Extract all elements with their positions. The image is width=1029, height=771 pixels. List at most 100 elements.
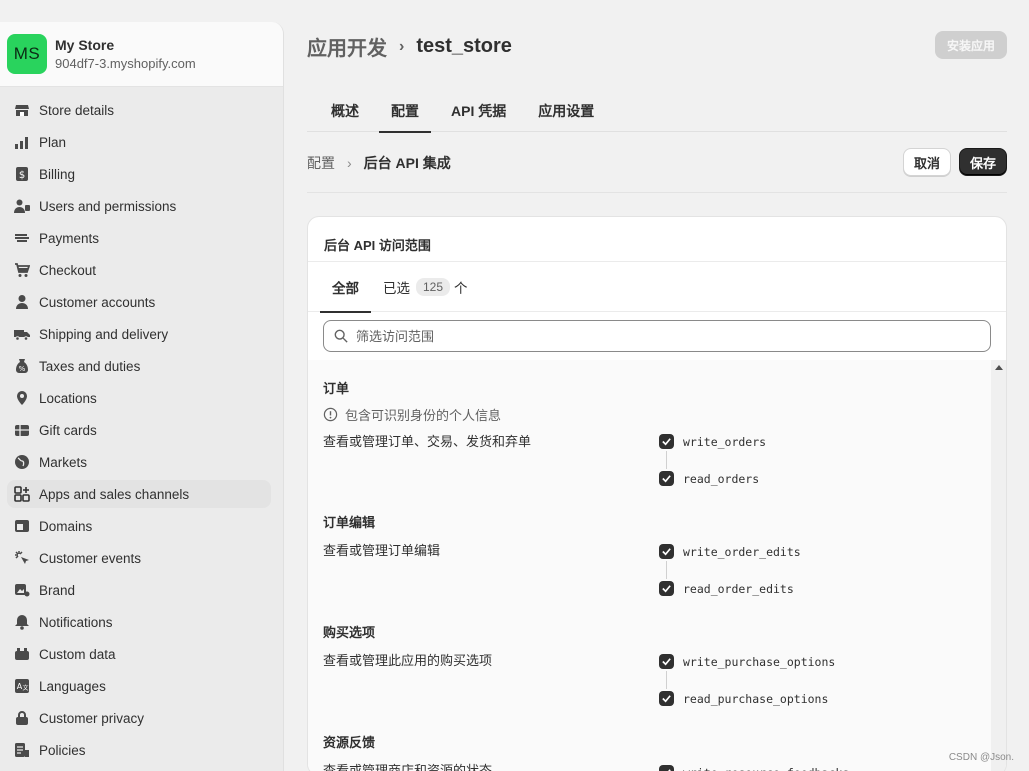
sidebar-item-markets[interactable]: Markets — [7, 448, 271, 476]
checkbox-checked[interactable] — [659, 471, 674, 486]
connector-line — [666, 451, 667, 469]
plan-icon — [13, 133, 31, 151]
sidebar-item-taxes[interactable]: % Taxes and duties — [7, 352, 271, 380]
cancel-button[interactable]: 取消 — [903, 148, 951, 176]
sidebar-item-label: Domains — [39, 518, 93, 534]
page-breadcrumb: 应用开发 › test_store — [307, 32, 512, 61]
tab-all[interactable]: 全部 — [320, 262, 371, 313]
sidebar-item-label: Policies — [39, 742, 86, 758]
checkbox-checked[interactable] — [659, 434, 674, 449]
tab-configuration[interactable]: 配置 — [379, 90, 431, 133]
search-icon — [334, 329, 348, 343]
scope-write-orders[interactable]: write_orders — [659, 434, 766, 449]
checkbox-checked[interactable] — [659, 544, 674, 559]
sidebar-item-billing[interactable]: $ Billing — [7, 160, 271, 188]
sidebar-item-custom-data[interactable]: Custom data — [7, 640, 271, 668]
check-icon — [662, 438, 671, 446]
scope-name: read_orders — [683, 471, 760, 486]
save-button[interactable]: 保存 — [959, 148, 1007, 176]
connector-line — [666, 561, 667, 579]
check-icon — [662, 548, 671, 556]
sidebar-item-label: Billing — [39, 166, 76, 182]
sidebar-item-languages[interactable]: A文 Languages — [7, 672, 271, 700]
cart-icon — [13, 261, 31, 279]
sidebar: MS My Store 904df7-3.myshopify.com Store… — [0, 22, 284, 771]
scope-read-purchase-options[interactable]: read_purchase_options — [659, 691, 828, 706]
sidebar-item-gift-cards[interactable]: Gift cards — [7, 416, 271, 444]
scope-write-purchase-options[interactable]: write_purchase_options — [659, 654, 835, 669]
sidebar-item-label: Custom data — [39, 646, 116, 662]
scope-search[interactable] — [323, 320, 991, 352]
divider — [307, 192, 1007, 193]
checkbox-checked[interactable] — [659, 581, 674, 596]
scope-section-purchase-options: 购买选项 查看或管理此应用的购买选项 write_purchase_option… — [323, 622, 973, 706]
scope-read-order-edits[interactable]: read_order_edits — [659, 581, 794, 596]
sidebar-item-policies[interactable]: Policies — [7, 736, 271, 764]
pii-notice: 包含可识别身份的个人信息 — [323, 405, 973, 424]
search-input[interactable] — [356, 328, 956, 344]
sidebar-item-checkout[interactable]: Checkout — [7, 256, 271, 284]
sidebar-item-shipping[interactable]: Shipping and delivery — [7, 320, 271, 348]
section-title: 资源反馈 — [323, 735, 376, 750]
check-icon — [668, 769, 671, 771]
scope-write-resource-feedbacks[interactable]: write_resource_feedbacks — [659, 765, 849, 771]
tab-app-settings[interactable]: 应用设置 — [526, 90, 606, 132]
lock-icon — [13, 709, 31, 727]
brand-icon — [13, 581, 31, 599]
scope-list-content: 订单 包含可识别身份的个人信息 查看或管理订单、交易、发货和弃单 write_o… — [308, 360, 991, 771]
checkbox-checked[interactable] — [659, 691, 674, 706]
tab-overview[interactable]: 概述 — [319, 90, 371, 132]
sidebar-item-store-details[interactable]: Store details — [7, 96, 271, 124]
tab-api-credentials[interactable]: API 凭据 — [439, 90, 518, 132]
scroll-up-arrow-icon[interactable] — [995, 365, 1003, 370]
sidebar-item-customer-events[interactable]: Customer events — [7, 544, 271, 572]
scope-section-order-edits: 订单编辑 查看或管理订单编辑 write_order_edits read_or… — [323, 512, 973, 596]
section-description: 查看或管理订单、交易、发货和弃单 — [323, 434, 532, 449]
sidebar-item-label: Notifications — [39, 614, 113, 630]
sidebar-item-customer-privacy[interactable]: Customer privacy — [7, 704, 271, 732]
check-icon — [662, 658, 671, 666]
scrollbar[interactable] — [991, 360, 1006, 771]
sidebar-item-notifications[interactable]: Notifications — [7, 608, 271, 636]
billing-icon: $ — [13, 165, 31, 183]
sidebar-item-label: Customer events — [39, 550, 142, 566]
scope-name: read_purchase_options — [683, 691, 829, 706]
sidebar-item-plan[interactable]: Plan — [7, 128, 271, 156]
sidebar-item-label: Languages — [39, 678, 106, 694]
sidebar-item-locations[interactable]: Locations — [7, 384, 271, 412]
store-icon — [13, 101, 31, 119]
scope-section-orders: 订单 包含可识别身份的个人信息 查看或管理订单、交易、发货和弃单 write_o… — [323, 378, 973, 486]
location-icon — [13, 389, 31, 407]
svg-text:$: $ — [19, 170, 25, 181]
checkbox-checked[interactable] — [659, 765, 674, 771]
chevron-right-icon: › — [399, 37, 405, 55]
install-app-button[interactable]: 安装应用 — [935, 31, 1007, 59]
store-avatar: MS — [7, 34, 47, 74]
checkbox-checked[interactable] — [659, 654, 674, 669]
sidebar-item-label: Brand — [39, 582, 76, 598]
chevron-right-icon: › — [347, 155, 352, 171]
card-title: 后台 API 访问范围 — [324, 238, 431, 253]
svg-text:文: 文 — [22, 684, 28, 692]
sidebar-item-users[interactable]: Users and permissions — [7, 192, 271, 220]
section-description: 查看或管理此应用的购买选项 — [323, 653, 493, 668]
svg-text:%: % — [19, 365, 26, 373]
sidebar-item-label: Taxes and duties — [39, 358, 141, 374]
store-header[interactable]: MS My Store 904df7-3.myshopify.com — [7, 34, 196, 74]
scope-write-order-edits[interactable]: write_order_edits — [659, 544, 801, 559]
sidebar-item-domains[interactable]: Domains — [7, 512, 271, 540]
sidebar-item-brand[interactable]: Brand — [7, 576, 271, 604]
breadcrumb-parent[interactable]: 应用开发 — [307, 32, 387, 61]
scope-read-orders[interactable]: read_orders — [659, 471, 759, 486]
tab-selected[interactable]: 已选 125 个 — [371, 262, 480, 312]
store-name: My Store — [55, 37, 115, 53]
sidebar-item-payments[interactable]: Payments — [7, 224, 271, 252]
sidebar-item-customer-accounts[interactable]: Customer accounts — [7, 288, 271, 316]
scope-name: read_order_edits — [683, 581, 794, 596]
language-icon: A文 — [13, 677, 31, 695]
scope-section-resource-feedback: 资源反馈 查看或管理商店和资源的状态 write_resource_feedba… — [323, 732, 973, 771]
scope-list[interactable]: 订单 包含可识别身份的个人信息 查看或管理订单、交易、发货和弃单 write_o… — [308, 360, 1006, 771]
store-domain: 904df7-3.myshopify.com — [55, 56, 196, 71]
subcrumb-parent[interactable]: 配置 — [307, 153, 335, 173]
sidebar-item-apps[interactable]: Apps and sales channels — [7, 480, 271, 508]
